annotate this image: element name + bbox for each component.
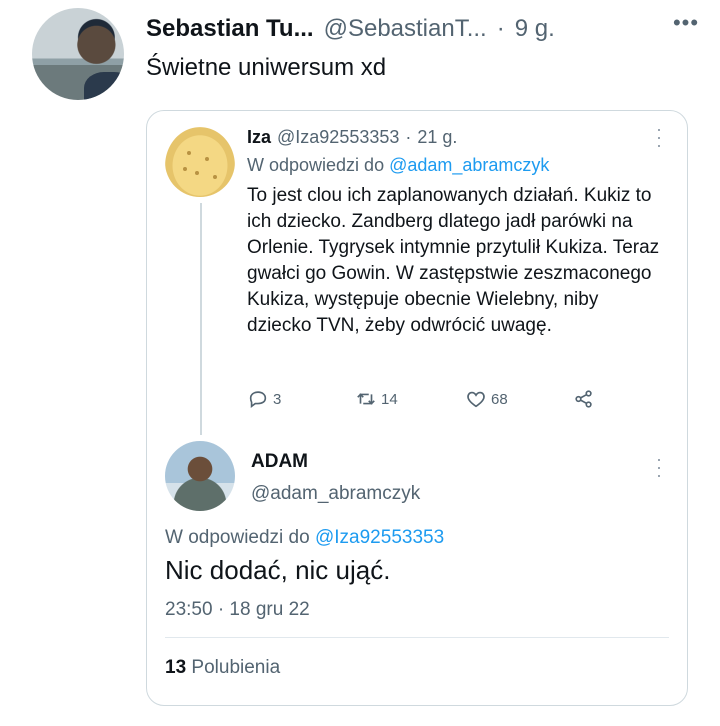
retweet-icon [357, 393, 375, 405]
reply-prefix: W odpowiedzi do [247, 155, 385, 175]
reply-author-handle[interactable]: @adam_abramczyk [251, 483, 420, 505]
reply-button[interactable]: 3 [247, 388, 355, 410]
like-count: 68 [491, 390, 508, 408]
likes-count: 13 [165, 657, 187, 678]
likes-label: Polubienia [191, 657, 281, 678]
quoted-tweet-time[interactable]: 21 g. [417, 127, 457, 148]
reply-timestamp[interactable]: 23:50 · 18 gru 22 [165, 599, 310, 621]
reply-to-link[interactable]: @Iza92553353 [315, 527, 444, 548]
more-options-icon[interactable]: · · · [649, 450, 669, 484]
author-handle[interactable]: @SebastianT... [324, 15, 487, 43]
author-avatar[interactable] [32, 8, 124, 100]
likes-stat[interactable]: 13 Polubienia [165, 657, 280, 679]
share-button[interactable] [573, 388, 595, 410]
quoted-author-avatar[interactable] [165, 127, 235, 197]
reply-count: 3 [273, 390, 282, 408]
retweet-count: 14 [381, 390, 398, 408]
reply-author-name[interactable]: ADAM [251, 451, 308, 473]
author-name[interactable]: Sebastian Tu... [146, 15, 314, 43]
quoted-tweet-header: Iza @Iza92553353 · 21 g. [247, 127, 457, 148]
reply-context: W odpowiedzi do @Iza92553353 [165, 527, 444, 549]
more-options-icon[interactable]: · · · [649, 120, 669, 154]
quoted-tweet-body: To jest clou ich zaplanowanych działań. … [247, 185, 660, 336]
reply-to-link[interactable]: @adam_abramczyk [389, 155, 549, 175]
reply-prefix: W odpowiedzi do [165, 527, 310, 548]
quoted-thread-card[interactable]: Iza @Iza92553353 · 21 g. · · · W odpowiedz… [146, 110, 688, 706]
divider [165, 637, 669, 638]
separator-dot: · [496, 15, 505, 42]
separator-dot: · [405, 127, 412, 147]
tweet-header: Sebastian Tu... @SebastianT... · 9 g. [146, 12, 690, 46]
reply-author-avatar[interactable] [165, 441, 235, 511]
like-button[interactable]: 68 [465, 388, 573, 410]
retweet-button[interactable]: 14 [355, 388, 465, 410]
reply-context: W odpowiedzi do @adam_abramczyk [247, 155, 549, 176]
reply-icon [249, 391, 267, 408]
heart-icon [467, 391, 485, 408]
share-icon [575, 390, 592, 408]
quoted-author-name[interactable]: Iza [247, 127, 271, 148]
thread-connector-line [200, 203, 202, 435]
quoted-author-handle[interactable]: @Iza92553353 [277, 127, 399, 148]
more-options-icon[interactable]: ••• [666, 8, 706, 38]
tweet-time[interactable]: 9 g. [515, 15, 555, 43]
reply-text: Nic dodać, nic ująć. [165, 555, 391, 585]
tweet-text: Świetne uniwersum xd [146, 54, 387, 81]
tweet-actions: 3 14 68 [247, 387, 607, 411]
